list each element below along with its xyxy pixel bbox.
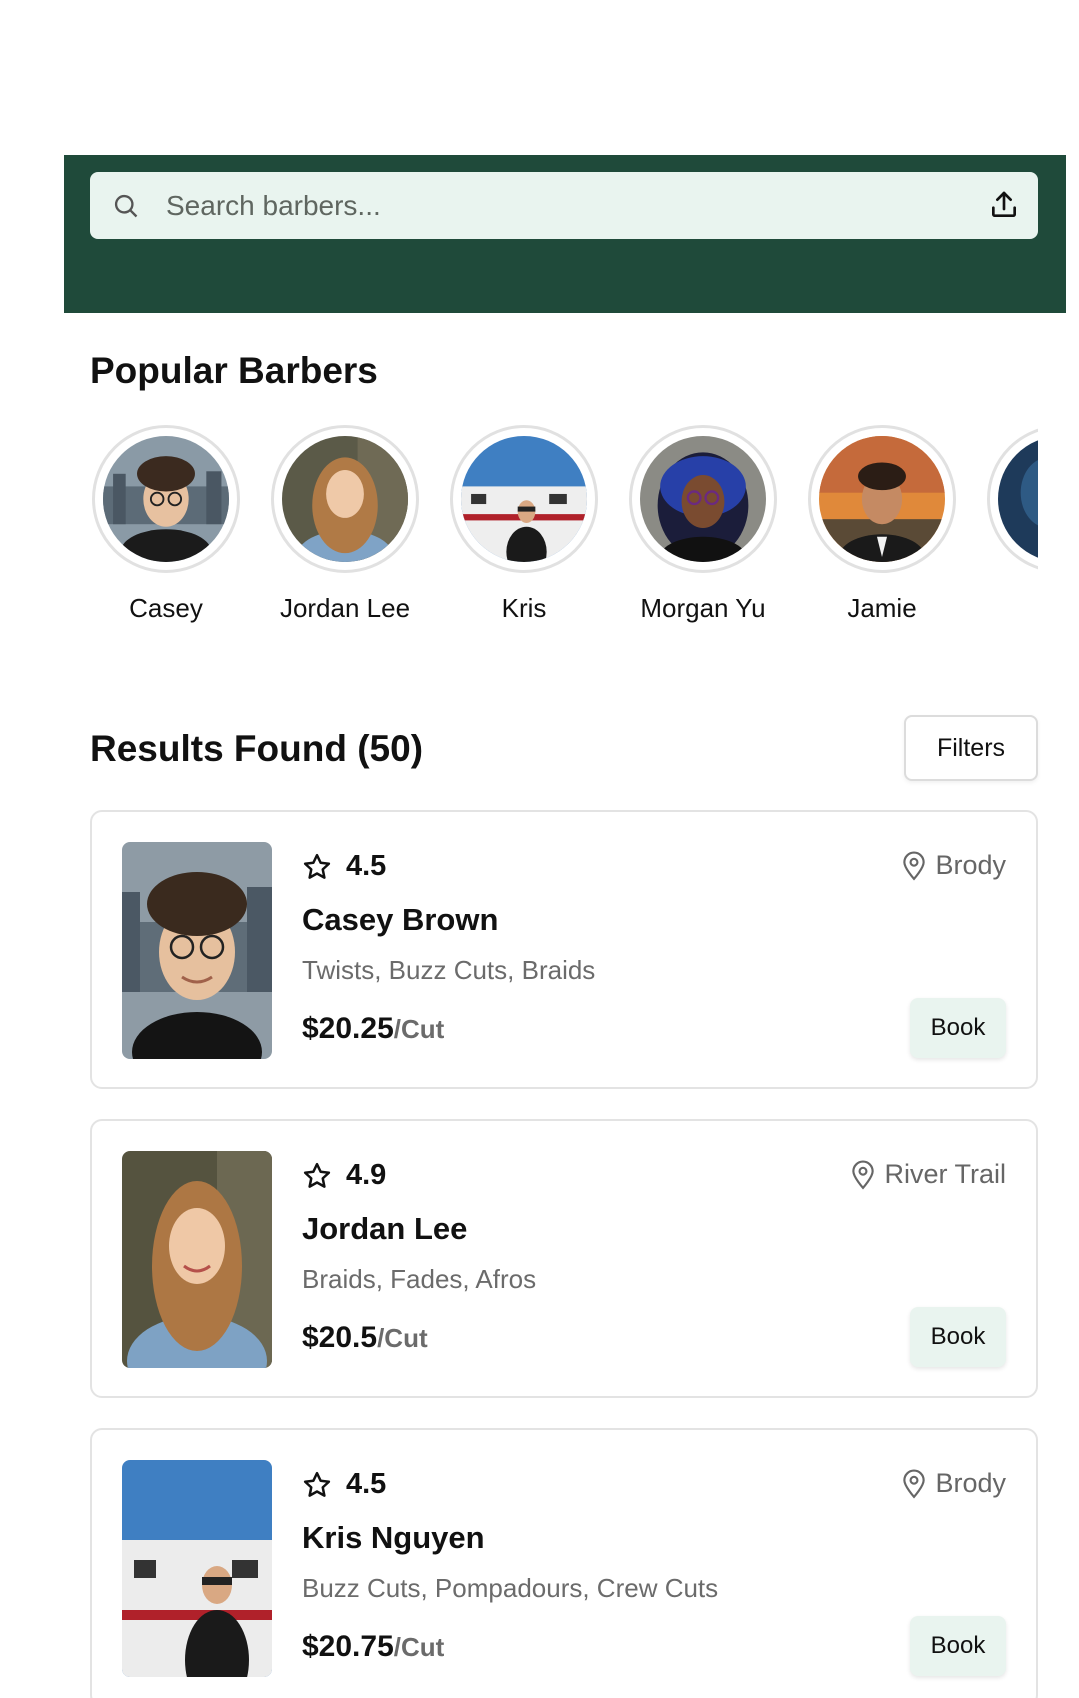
- avatar: [808, 425, 956, 573]
- price: $20.75/Cut: [302, 1630, 444, 1664]
- star-icon: [303, 1471, 331, 1497]
- search-bar[interactable]: [90, 172, 1038, 239]
- price-unit: /Cut: [377, 1323, 428, 1353]
- avatar-photo: [282, 436, 408, 562]
- barber-specialties: Braids, Fades, Afros: [302, 1264, 537, 1294]
- avatar: [450, 425, 598, 573]
- location-pin-icon: [852, 1160, 875, 1189]
- book-button[interactable]: Book: [910, 1616, 1006, 1676]
- location-label: River Trail: [884, 1159, 1006, 1189]
- popular-barber-jordan-lee[interactable]: Jordan Lee: [270, 425, 420, 624]
- location-label: Brody: [935, 850, 1006, 880]
- popular-barber-name: D: [986, 593, 1038, 624]
- price-value: $20.5: [302, 1321, 378, 1354]
- price-unit: /Cut: [393, 1632, 445, 1662]
- location-label: Brody: [935, 1468, 1006, 1498]
- barber-name: Kris Nguyen: [302, 1520, 485, 1555]
- popular-barber-kris[interactable]: Kris: [449, 425, 599, 624]
- rating-value: 4.5: [346, 1468, 387, 1500]
- results-title: Results Found (50): [90, 728, 424, 769]
- star-icon: [303, 853, 331, 879]
- price-unit: /Cut: [393, 1014, 445, 1044]
- popular-barber-jamie[interactable]: Jamie: [807, 425, 957, 624]
- popular-barber-name: Kris: [501, 593, 547, 623]
- price: $20.5/Cut: [302, 1321, 428, 1355]
- barber-card[interactable]: 4.5 Brody Kris Nguyen Buzz Cuts, Pompado…: [90, 1428, 1038, 1698]
- star-icon: [303, 1162, 331, 1188]
- avatar-photo: [640, 436, 766, 562]
- barber-photo: [122, 1460, 272, 1677]
- popular-barber-morgan-yu[interactable]: Morgan Yu: [628, 425, 778, 624]
- location: River Trail: [850, 1159, 1006, 1190]
- price-value: $20.75: [302, 1630, 394, 1663]
- avatar-photo: [461, 436, 587, 562]
- avatar: [271, 425, 419, 573]
- barber-specialties: Twists, Buzz Cuts, Braids: [302, 955, 596, 985]
- location-pin-icon: [903, 851, 926, 880]
- popular-barber-name: Morgan Yu: [640, 593, 766, 623]
- rating-value: 4.5: [346, 850, 387, 882]
- popular-barber-name: Jordan Lee: [279, 593, 411, 623]
- avatar: [92, 425, 240, 573]
- barber-card[interactable]: 4.5 Brody Casey Brown Twists, Buzz Cuts,…: [90, 810, 1038, 1089]
- upload-icon[interactable]: [988, 189, 1020, 221]
- popular-barber-name: Jamie: [847, 593, 917, 623]
- barber-photo: [122, 842, 272, 1059]
- avatar-photo: [103, 436, 229, 562]
- price-value: $20.25: [302, 1012, 394, 1045]
- avatar: [987, 425, 1038, 573]
- barber-card[interactable]: 4.9 River Trail Jordan Lee Braids, Fades…: [90, 1119, 1038, 1398]
- avatar: [629, 425, 777, 573]
- price: $20.25/Cut: [302, 1012, 444, 1046]
- location: Brody: [901, 850, 1006, 881]
- barber-name: Casey Brown: [302, 902, 499, 937]
- popular-barber-casey[interactable]: Casey: [91, 425, 241, 624]
- popular-barbers-title: Popular Barbers: [90, 350, 378, 391]
- rating-value: 4.9: [346, 1159, 387, 1191]
- popular-barbers-list[interactable]: Casey Jordan Lee Kris Morgan Yu Jamie: [90, 425, 1038, 625]
- book-button[interactable]: Book: [910, 998, 1006, 1058]
- barber-specialties: Buzz Cuts, Pompadours, Crew Cuts: [302, 1573, 719, 1603]
- location: Brody: [901, 1468, 1006, 1499]
- search-input[interactable]: [166, 172, 966, 239]
- avatar-photo: [998, 436, 1038, 562]
- search-icon: [114, 194, 138, 218]
- filters-button[interactable]: Filters: [904, 715, 1038, 781]
- popular-barber-d[interactable]: D: [986, 425, 1038, 624]
- popular-barber-name: Casey: [129, 593, 203, 623]
- barber-photo: [122, 1151, 272, 1368]
- location-pin-icon: [903, 1469, 926, 1498]
- barber-name: Jordan Lee: [302, 1211, 468, 1246]
- avatar-photo: [819, 436, 945, 562]
- book-button[interactable]: Book: [910, 1307, 1006, 1367]
